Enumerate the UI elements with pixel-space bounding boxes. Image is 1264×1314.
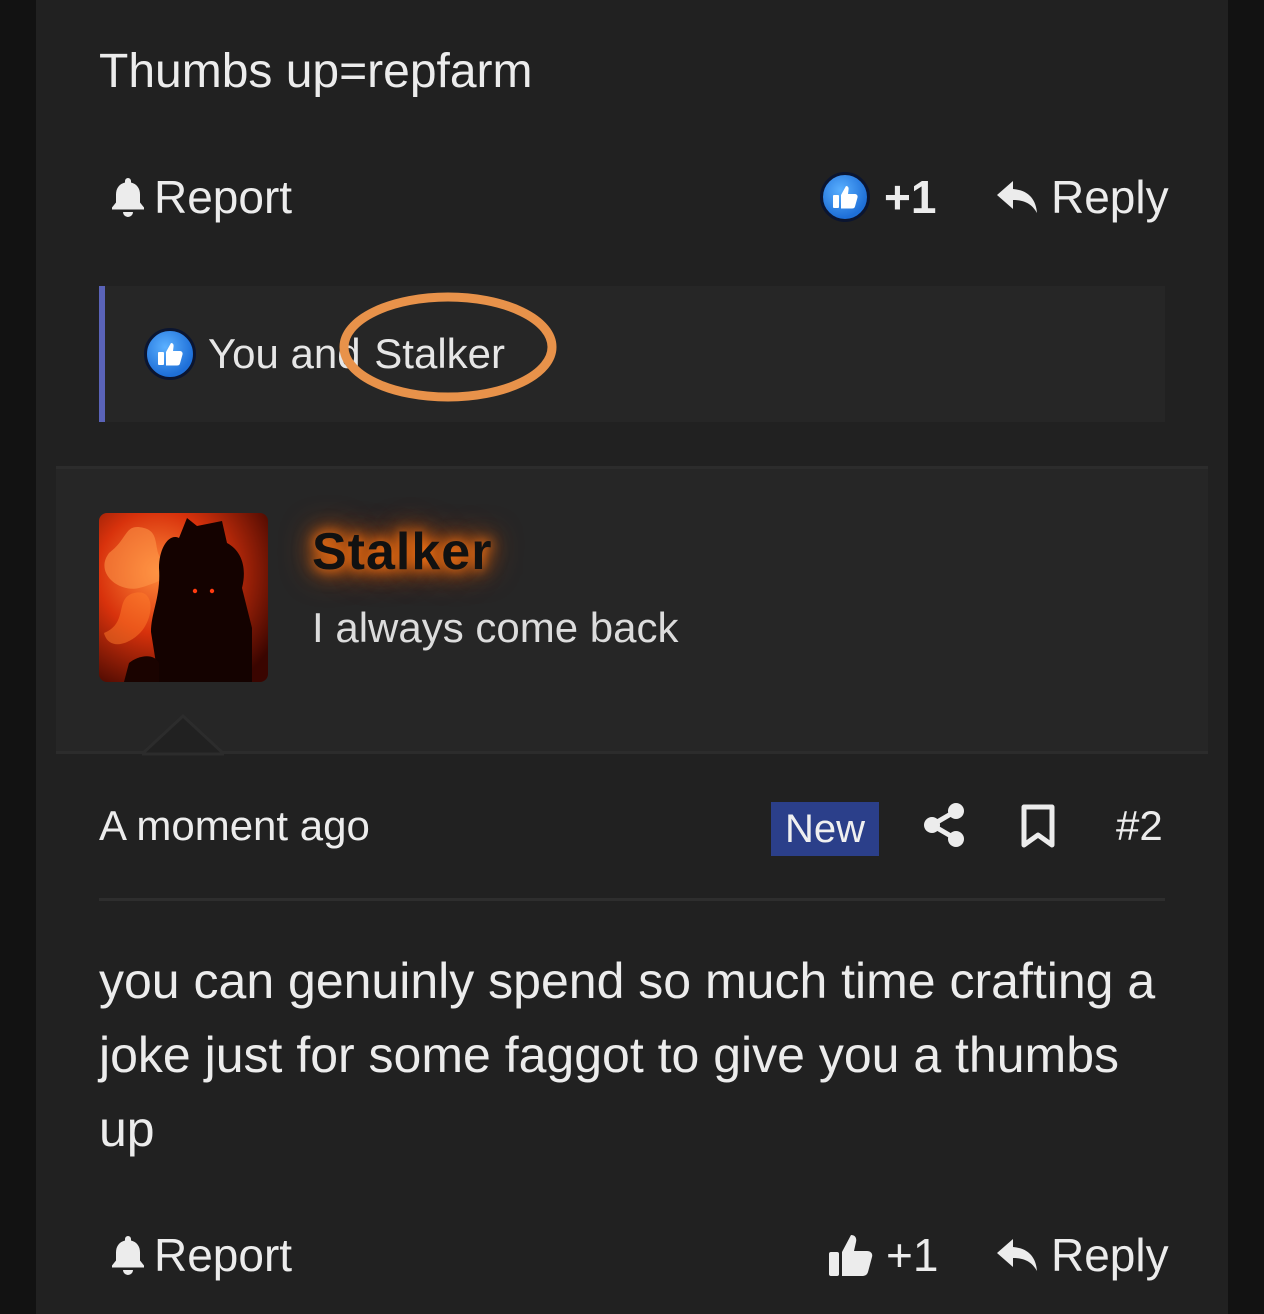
report-button[interactable]: Report [108,1228,292,1282]
avatar[interactable] [99,513,268,682]
like-button[interactable]: +1 [826,1228,938,1282]
reply-button[interactable]: Reply [995,170,1169,224]
post-body: Thumbs up=repfarm [99,45,533,98]
post-timestamp[interactable]: A moment ago [99,802,370,850]
share-button[interactable] [922,802,966,853]
report-button[interactable]: Report [108,170,292,224]
reply-icon [995,1235,1041,1275]
user-title: I always come back [312,604,679,651]
reply-label: Reply [1051,171,1169,223]
bookmark-icon [1020,804,1056,852]
like-button[interactable]: +1 [820,170,936,224]
bell-icon [108,1233,148,1277]
post-number-link[interactable]: #2 [1116,802,1163,850]
highlight-circle-annotation [339,292,557,402]
bookmark-button[interactable] [1020,804,1056,853]
reaction-like-icon [144,328,196,380]
share-icon [922,803,966,852]
header-pointer-notch [142,714,224,756]
new-badge: New [771,802,880,856]
report-label: Report [154,1229,293,1281]
thumbs-up-icon [820,172,870,222]
reply-icon [995,177,1041,217]
post-body: you can genuinly spend so much time craf… [99,953,1156,1157]
reply-button[interactable]: Reply [995,1228,1169,1282]
new-badge-label: New [771,802,880,856]
divider [99,898,1165,901]
like-count: +1 [886,1229,939,1281]
thumbs-up-icon [144,328,196,380]
reply-label: Reply [1051,1229,1169,1281]
like-count: +1 [884,171,937,223]
bell-icon [108,175,148,219]
report-label: Report [154,171,293,223]
thumbs-up-icon [826,1230,876,1280]
username[interactable]: Stalker [312,522,492,582]
